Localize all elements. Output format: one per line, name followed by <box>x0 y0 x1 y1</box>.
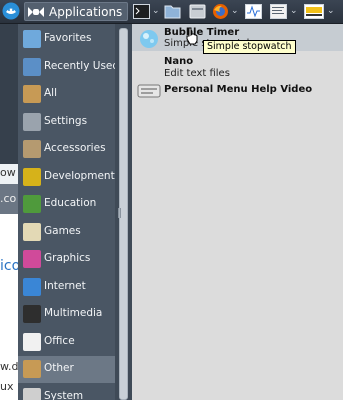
development-icon <box>23 167 41 186</box>
category-label: Graphics <box>44 252 91 264</box>
text-editor-icon[interactable] <box>270 3 287 20</box>
category-label: Settings <box>44 114 88 127</box>
pane-splitter[interactable] <box>115 24 132 400</box>
whisker-menu-icon[interactable] <box>2 2 20 20</box>
system-icon <box>23 387 41 400</box>
bg-fragment-5: ux <box>0 380 14 393</box>
tooltip: Simple stopwatch <box>203 40 296 54</box>
app-description: Edit text files <box>164 68 230 79</box>
all-apps-icon <box>23 85 41 103</box>
graphics-icon <box>23 250 41 268</box>
category-label: Recently Used <box>44 59 120 72</box>
category-education[interactable]: Education <box>18 191 115 218</box>
top-panel: Applications ⌄ ⌄ ⌄ ⌄ <box>0 0 343 24</box>
category-label: Education <box>44 197 97 209</box>
games-icon <box>23 222 41 241</box>
bg-fragment-3: ico <box>0 258 18 274</box>
folder-icon[interactable] <box>189 3 206 20</box>
category-label: Internet <box>44 279 86 292</box>
recent-icon <box>23 57 41 76</box>
internet-icon <box>23 277 41 296</box>
applications-menu-button[interactable]: Applications <box>24 2 128 21</box>
category-settings[interactable]: Settings <box>18 109 115 136</box>
category-label: Multimedia <box>44 307 103 319</box>
help-video-icon <box>137 84 161 98</box>
app-name: Nano <box>164 56 194 67</box>
app-item-nano[interactable]: Nano Edit text files <box>132 53 343 80</box>
bg-fragment-2: .co <box>0 192 17 205</box>
background-windows: ow .co ico w.d ux <box>0 24 18 400</box>
accessories-icon <box>23 140 41 158</box>
applications-logo-icon <box>28 6 44 17</box>
hand-cursor-icon <box>186 27 198 45</box>
media-player-chevron-icon[interactable]: ⌄ <box>327 7 335 16</box>
applications-label: Applications <box>49 4 123 19</box>
category-label: Accessories <box>44 142 106 154</box>
category-accessories[interactable]: Accessories <box>18 136 115 163</box>
category-pane: Favorites Recently Used All Settings Accesso… <box>18 24 119 400</box>
category-label: Games <box>44 224 81 237</box>
splitter-grip[interactable] <box>118 208 121 218</box>
category-graphics[interactable]: Graphics <box>18 246 115 273</box>
bg-fragment-4: w.d <box>0 360 18 373</box>
category-label: Other <box>44 362 74 374</box>
category-system[interactable]: System <box>18 384 115 400</box>
favorites-icon <box>23 30 41 48</box>
category-games[interactable]: Games <box>18 219 115 246</box>
file-manager-icon[interactable] <box>164 3 181 20</box>
bubble-timer-icon <box>140 30 158 48</box>
category-internet[interactable]: Internet <box>18 274 115 301</box>
system-monitor-icon[interactable] <box>245 3 262 20</box>
settings-icon <box>23 112 41 131</box>
terminal-icon[interactable] <box>133 3 150 20</box>
firefox-chevron-icon[interactable]: ⌄ <box>231 7 239 16</box>
category-label: Development <box>44 169 115 182</box>
app-name: Personal Menu Help Video <box>164 84 313 95</box>
category-recently-used[interactable]: Recently Used <box>18 54 119 81</box>
app-item-help-video[interactable]: Personal Menu Help Video <box>132 82 343 102</box>
app-name: Bubble Timer <box>164 27 240 38</box>
other-icon <box>23 360 41 378</box>
category-label: All <box>44 87 58 99</box>
text-editor-chevron-icon[interactable]: ⌄ <box>290 7 298 16</box>
category-favorites[interactable]: Favorites <box>18 26 115 53</box>
category-other[interactable]: Other <box>18 356 115 383</box>
category-office[interactable]: Office <box>18 329 115 356</box>
bg-fragment-1: ow <box>0 166 16 179</box>
firefox-icon[interactable] <box>212 3 229 20</box>
multimedia-icon <box>23 305 41 323</box>
category-label: Favorites <box>44 32 92 44</box>
office-icon <box>23 332 41 351</box>
category-label: System <box>44 389 84 400</box>
application-list: Bubble Timer Simple stopwatch Nano Edit … <box>132 24 343 400</box>
category-label: Office <box>44 334 75 347</box>
category-development[interactable]: Development <box>18 164 115 191</box>
education-icon <box>23 195 41 213</box>
terminal-chevron-icon[interactable]: ⌄ <box>152 7 160 16</box>
media-player-icon[interactable] <box>304 3 324 20</box>
category-all[interactable]: All <box>18 81 115 108</box>
category-multimedia[interactable]: Multimedia <box>18 301 115 328</box>
